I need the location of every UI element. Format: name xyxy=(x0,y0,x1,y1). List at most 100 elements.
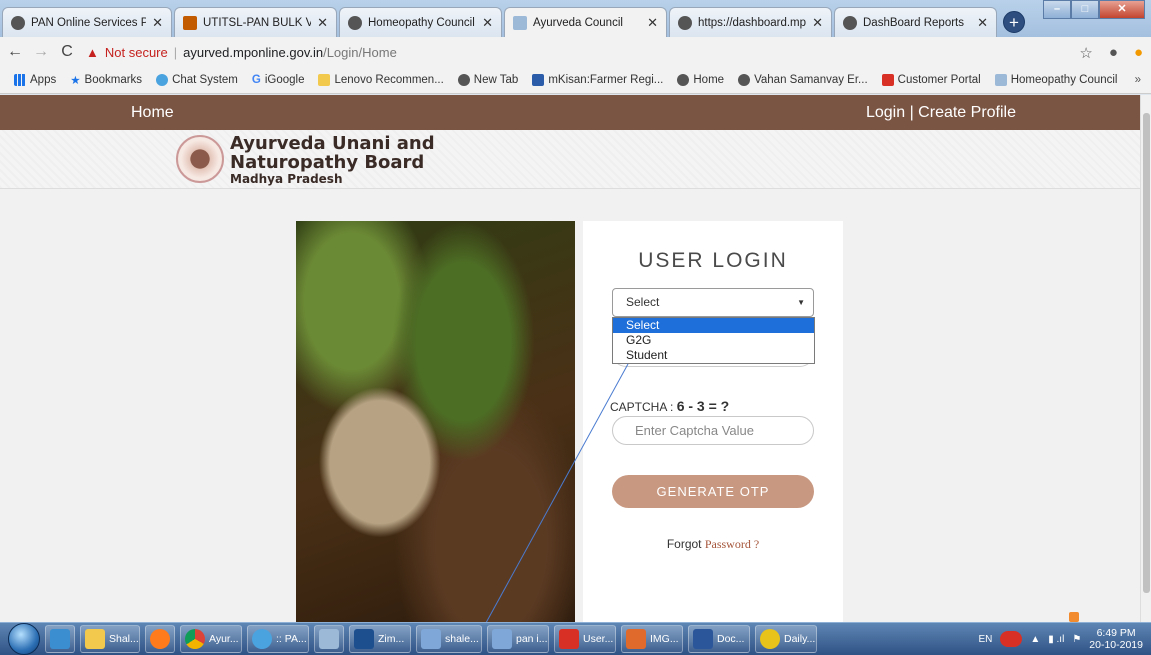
tab-label: DashBoard Reports xyxy=(863,16,964,29)
bookmark-new-tab[interactable]: New Tab xyxy=(457,74,518,86)
doc-icon xyxy=(994,74,1007,86)
system-tray: EN ▲ ▮ .ıl ⚑ 6:49 PM 20-10-2019 xyxy=(978,627,1151,651)
user-type-select[interactable]: Select ▼ xyxy=(612,288,814,317)
tab-ayurveda[interactable]: Ayurveda Council ✕ xyxy=(504,7,667,37)
close-icon[interactable]: ✕ xyxy=(317,15,328,31)
profile-icon[interactable]: ● xyxy=(1109,44,1118,62)
login-title: USER LOGIN xyxy=(638,249,788,272)
taskbar-doc[interactable]: Doc... xyxy=(688,625,750,653)
word-icon xyxy=(693,629,713,649)
generate-otp-button[interactable]: GENERATE OTP xyxy=(612,475,814,508)
close-icon[interactable]: ✕ xyxy=(482,15,493,31)
captcha-question: 6 - 3 = ? xyxy=(676,398,730,414)
tab-label: https://dashboard.mpon xyxy=(698,16,807,29)
tab-pan-online[interactable]: PAN Online Services Por ✕ xyxy=(2,7,172,37)
page-scrollbar[interactable] xyxy=(1140,95,1151,622)
star-icon: ★ xyxy=(70,75,81,87)
taskbar-label: IMG... xyxy=(650,633,679,645)
bookmark-label: Chat System xyxy=(172,74,238,86)
herbal-medicine-image xyxy=(296,221,575,622)
tab-dashboard-reports[interactable]: DashBoard Reports ✕ xyxy=(834,7,997,37)
tab-dashboard[interactable]: https://dashboard.mpon ✕ xyxy=(669,7,832,37)
pdf-icon xyxy=(559,629,579,649)
taskbar-user[interactable]: User... xyxy=(554,625,616,653)
bookmarks-bar: Apps ★ Bookmarks Chat System GiGoogle Len… xyxy=(0,67,1151,94)
bookmark-igoogle[interactable]: GiGoogle xyxy=(252,74,305,86)
new-tab-button[interactable]: + xyxy=(1003,11,1025,33)
bookmark-customer-portal[interactable]: Customer Portal xyxy=(881,74,981,86)
mkisan-icon xyxy=(532,74,545,86)
start-button[interactable] xyxy=(8,623,40,655)
zimbra-icon xyxy=(354,629,374,649)
taskbar-shal[interactable]: Shal... xyxy=(80,625,140,653)
forward-icon[interactable]: → xyxy=(30,43,52,61)
taskbar-explorer[interactable] xyxy=(45,625,75,653)
bookmark-lenovo[interactable]: Lenovo Recommen... xyxy=(318,74,444,86)
globe-icon xyxy=(738,74,751,86)
bookmarks-overflow-button[interactable]: » xyxy=(1135,74,1141,86)
minimize-button[interactable]: – xyxy=(1043,0,1071,19)
login-card: USER LOGIN Select ▼ Select G2G Student C… xyxy=(583,221,843,622)
nav-home-link[interactable]: Home xyxy=(131,104,174,122)
dropdown-option-student[interactable]: Student xyxy=(613,348,814,363)
not-secure-label: Not secure xyxy=(104,44,168,60)
action-center-icon[interactable]: ⚑ xyxy=(1072,634,1081,645)
bookmark-homeopathy[interactable]: Homeopathy Council xyxy=(994,74,1118,86)
taskbar-img[interactable]: IMG... xyxy=(621,625,683,653)
chart-icon xyxy=(183,15,197,30)
extension-icon[interactable]: ● xyxy=(1134,44,1143,62)
forgot-password-link[interactable]: Password ? xyxy=(705,537,759,551)
tab-utitsl[interactable]: UTITSL-PAN BULK VERIF ✕ xyxy=(174,7,337,37)
close-window-button[interactable]: ✕ xyxy=(1099,0,1145,19)
tab-homeopathy[interactable]: Homeopathy Council ✕ xyxy=(339,7,502,37)
taskbar-pa[interactable]: :: PA... xyxy=(247,625,309,653)
warning-icon: ▲ xyxy=(86,44,99,60)
dropdown-option-select[interactable]: Select xyxy=(613,318,814,333)
portal-icon xyxy=(881,74,894,86)
folder-icon xyxy=(85,629,105,649)
clock[interactable]: 6:49 PM 20-10-2019 xyxy=(1089,627,1143,651)
taskbar-app[interactable] xyxy=(314,625,344,653)
maximize-button[interactable]: □ xyxy=(1071,0,1099,19)
reload-icon[interactable]: C xyxy=(56,43,78,61)
taskbar-pan[interactable]: pan i... xyxy=(487,625,549,653)
bookmark-mkisan[interactable]: mKisan:Farmer Regi... xyxy=(532,74,663,86)
bookmark-vahan[interactable]: Vahan Samanvay Er... xyxy=(738,74,868,86)
nav-login-link[interactable]: Login | Create Profile xyxy=(866,104,1016,122)
ie-icon xyxy=(252,629,272,649)
chrome-icon xyxy=(185,629,205,649)
network-icon[interactable]: ▮ .ıl xyxy=(1048,634,1064,645)
url-input[interactable]: ▲ Not secure | ayurved.mponline.gov.in/L… xyxy=(86,45,1116,60)
scrollbar-thumb[interactable] xyxy=(1143,113,1150,593)
back-icon[interactable]: ← xyxy=(4,43,26,61)
address-bar-actions: ☆ ● ● xyxy=(1079,44,1143,62)
star-icon[interactable]: ☆ xyxy=(1079,44,1092,62)
bookmark-bookmarks[interactable]: ★ Bookmarks xyxy=(70,73,142,87)
brand-line-1: Ayurveda Unani and xyxy=(230,133,435,154)
bookmark-apps[interactable]: Apps xyxy=(14,74,56,86)
bookmark-home[interactable]: Home xyxy=(677,74,724,86)
language-indicator[interactable]: EN xyxy=(978,634,992,645)
bookmark-label: iGoogle xyxy=(264,74,305,86)
app-icon xyxy=(319,629,339,649)
taskbar-daily[interactable]: Daily... xyxy=(755,625,817,653)
bookmark-chat-system[interactable]: Chat System xyxy=(156,74,238,86)
dropdown-option-g2g[interactable]: G2G xyxy=(613,333,814,348)
taskbar-zim[interactable]: Zim... xyxy=(349,625,411,653)
floating-widget-icon[interactable] xyxy=(1069,612,1079,622)
taskbar-shale[interactable]: shale... xyxy=(416,625,482,653)
close-icon[interactable]: ✕ xyxy=(647,15,658,31)
show-hidden-icons-icon[interactable]: ▲ xyxy=(1030,634,1040,645)
url-path: /Login/Home xyxy=(323,44,397,60)
taskbar-firefox[interactable] xyxy=(145,625,175,653)
close-icon[interactable]: ✕ xyxy=(152,15,163,31)
select-value: Select xyxy=(626,295,660,309)
taskbar-ayur[interactable]: Ayur... xyxy=(180,625,242,653)
cloud-app-icon[interactable] xyxy=(1000,631,1023,647)
browser-tabstrip: PAN Online Services Por ✕ UTITSL-PAN BUL… xyxy=(0,0,1151,37)
captcha-input[interactable]: Enter Captcha Value xyxy=(612,416,814,445)
globe-icon xyxy=(11,15,25,30)
close-icon[interactable]: ✕ xyxy=(977,15,988,31)
close-icon[interactable]: ✕ xyxy=(812,15,823,31)
chat-icon xyxy=(156,74,169,86)
